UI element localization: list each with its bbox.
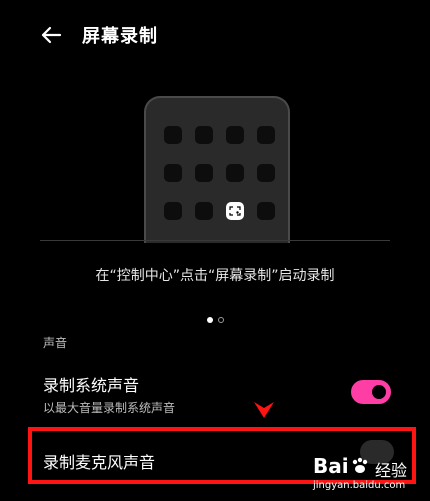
- control-tile: [164, 126, 182, 144]
- control-tile: [257, 126, 275, 144]
- system-sound-toggle[interactable]: [351, 380, 391, 404]
- page-indicator: [0, 317, 430, 323]
- screen-record-icon: [229, 206, 241, 216]
- arrow-left-icon: [41, 26, 62, 44]
- back-button[interactable]: [36, 20, 66, 50]
- toggle-knob: [372, 385, 386, 399]
- control-tile: [257, 164, 275, 182]
- page-dot-active[interactable]: [206, 317, 213, 323]
- control-tile: [257, 202, 275, 220]
- screen-record-tile: [226, 202, 244, 220]
- illustration-baseline: [40, 240, 390, 241]
- top-app-bar: 屏幕录制: [0, 0, 430, 70]
- setting-subtitle: 以最大音量录制系统声音: [43, 401, 176, 415]
- watermark-brand: 经验: [375, 461, 408, 480]
- watermark-logo: Bai: [313, 454, 349, 478]
- control-center-illustration: [40, 88, 390, 243]
- control-tile: [195, 164, 213, 182]
- section-header-sound: 声音: [43, 336, 68, 350]
- instruction-text: 在“控制中心”点击“屏幕录制”启动录制: [95, 268, 335, 284]
- page-dot[interactable]: [217, 317, 224, 323]
- control-tile: [164, 164, 182, 182]
- setting-title: 录制系统声音: [43, 376, 140, 395]
- paw-icon: [352, 457, 368, 473]
- control-tile: [195, 202, 213, 220]
- baidu-jingyan-watermark: Bai 经验 jingyan.baidu.com: [305, 452, 425, 498]
- control-tile: [195, 126, 213, 144]
- control-tile: [164, 202, 182, 220]
- control-tiles-grid: [164, 126, 275, 236]
- watermark-url: jingyan.baidu.com: [313, 480, 406, 491]
- page-title: 屏幕录制: [82, 26, 158, 47]
- down-arrow-annotation-icon: [254, 402, 274, 418]
- control-tile: [226, 126, 244, 144]
- phone-mockup: [144, 96, 290, 243]
- control-tile: [226, 164, 244, 182]
